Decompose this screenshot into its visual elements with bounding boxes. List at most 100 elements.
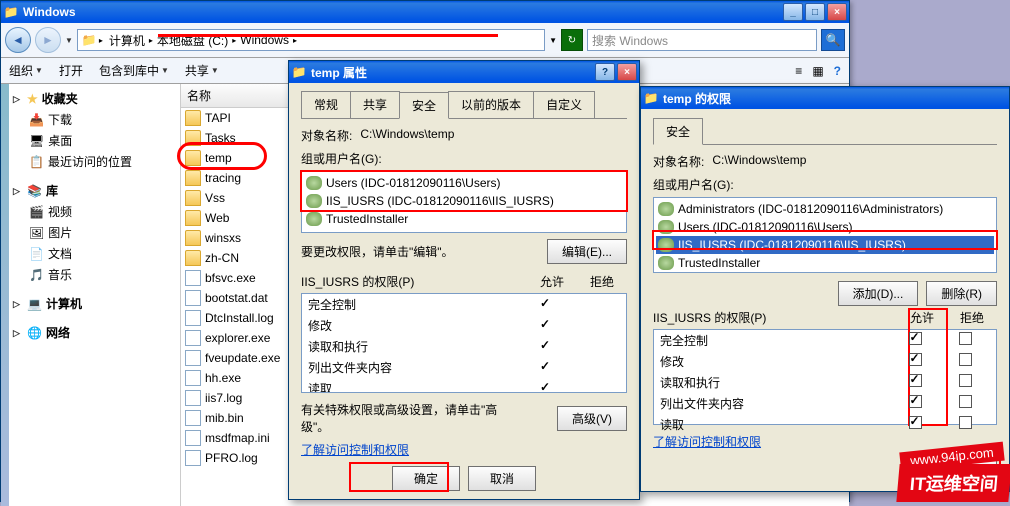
share-menu[interactable]: 共享▼ [185,62,219,79]
object-name-label: 对象名称: [653,153,704,170]
sidebar-item-downloads[interactable]: 📥下载 [11,109,178,130]
groups-list[interactable]: Users (IDC-01812090116\Users)IIS_IUSRS (… [301,171,627,233]
forward-button[interactable]: ► [35,27,61,53]
group-row[interactable]: TrustedInstaller [304,210,624,228]
deny-header: 拒绝 [947,309,997,326]
allow-checkbox[interactable] [909,332,922,345]
file-name: winsxs [205,231,241,245]
libraries-header[interactable]: ▷📚库 [11,180,178,201]
props-titlebar[interactable]: 📁 temp 属性 ? × [289,61,639,83]
sidebar-item-documents[interactable]: 📄文档 [11,243,178,264]
allow-checkbox[interactable] [909,374,922,387]
allow-checkbox[interactable] [909,395,922,408]
deny-checkbox[interactable] [959,332,972,345]
file-name: iis7.log [205,391,242,405]
perm-titlebar[interactable]: 📁 temp 的权限 [641,87,1009,109]
search-placeholder: 搜索 Windows [592,32,668,49]
view-icon[interactable]: ≡ [795,64,802,78]
group-row[interactable]: Users (IDC-01812090116\Users) [656,218,994,236]
tab-1[interactable]: 共享 [350,91,400,118]
folder-icon [185,190,201,206]
perm-header-label: IIS_IUSRS 的权限(P) [653,309,897,326]
tab-4[interactable]: 自定义 [533,91,595,118]
file-name: bfsvc.exe [205,271,256,285]
group-row[interactable]: TrustedInstaller [656,254,994,272]
help-button[interactable]: ? [595,63,615,81]
perm-label: 修改 [660,353,890,370]
edit-button[interactable]: 编辑(E)... [547,239,627,264]
file-name: Tasks [205,131,236,145]
group-row[interactable]: Administrators (IDC-01812090116\Administ… [656,200,994,218]
crumb-drive[interactable]: 本地磁盘 (C:) [153,30,232,51]
address-bar[interactable]: 📁 ▸ 计算机 ▸ 本地磁盘 (C:) ▸ Windows ▸ [77,29,545,51]
advanced-button[interactable]: 高级(V) [557,406,627,431]
group-name: Users (IDC-01812090116\Users) [678,220,853,234]
folder-icon: 📁 [291,64,307,80]
tab-3[interactable]: 以前的版本 [448,91,534,118]
file-name: hh.exe [205,371,241,385]
dropdown-icon[interactable]: ▼ [549,36,557,45]
group-icon [658,256,674,270]
open-menu[interactable]: 打开 [59,62,83,79]
tab-0[interactable]: 常规 [301,91,351,118]
search-input[interactable]: 搜索 Windows [587,29,817,51]
groups-list[interactable]: Administrators (IDC-01812090116\Administ… [653,197,997,273]
back-button[interactable]: ◄ [5,27,31,53]
group-name: TrustedInstaller [326,212,408,226]
remove-button[interactable]: 删除(R) [926,281,997,306]
tab-2[interactable]: 安全 [399,92,449,119]
group-row[interactable]: Users (IDC-01812090116\Users) [304,174,624,192]
watermark-text: IT运维空间 [896,464,1010,502]
file-icon [185,370,201,386]
cancel-button[interactable]: 取消 [468,466,536,491]
check-icon: ✓ [540,296,550,310]
file-icon [185,390,201,406]
group-row[interactable]: IIS_IUSRS (IDC-01812090116\IIS_IUSRS) [656,236,994,254]
allow-checkbox[interactable] [909,353,922,366]
explorer-titlebar[interactable]: 📁 Windows _ □ × [1,1,849,23]
preview-icon[interactable]: ▦ [812,64,823,78]
add-button[interactable]: 添加(D)... [838,281,919,306]
sidebar-item-pictures[interactable]: 🖼图片 [11,222,178,243]
edit-hint: 要更改权限，请单击"编辑"。 [301,243,454,260]
allow-checkbox[interactable] [909,416,922,429]
tab-security[interactable]: 安全 [653,118,703,145]
include-menu[interactable]: 包含到库中▼ [99,62,169,79]
folder-icon [185,230,201,246]
check-icon: ✓ [540,359,550,373]
group-row[interactable]: IIS_IUSRS (IDC-01812090116\IIS_IUSRS) [304,192,624,210]
sidebar-item-desktop[interactable]: 🖥桌面 [11,130,178,151]
minimize-button[interactable]: _ [783,3,803,21]
network-header[interactable]: ▷🌐网络 [11,322,178,343]
sidebar-item-recent[interactable]: 📋最近访问的位置 [11,151,178,172]
computer-header[interactable]: ▷💻计算机 [11,293,178,314]
refresh-button[interactable]: ↻ [561,29,583,51]
file-name: tracing [205,171,241,185]
deny-checkbox[interactable] [959,395,972,408]
learn-link[interactable]: 了解访问控制和权限 [301,441,627,458]
sidebar-item-music[interactable]: 🎵音乐 [11,264,178,285]
group-name: IIS_IUSRS (IDC-01812090116\IIS_IUSRS) [678,238,906,252]
sidebar-item-videos[interactable]: 🎬视频 [11,201,178,222]
nav-tree: ▷★收藏夹 📥下载 🖥桌面 📋最近访问的位置 ▷📚库 🎬视频 🖼图片 📄文档 🎵… [9,84,181,506]
help-icon[interactable]: ? [834,64,841,78]
search-button[interactable]: 🔍 [821,29,845,51]
perm-row: 完全控制✓ [302,294,626,315]
file-name: DtcInstall.log [205,311,274,325]
group-name: Administrators (IDC-01812090116\Administ… [678,202,943,216]
object-name-value: C:\Windows\temp [712,153,806,170]
ok-button[interactable]: 确定 [392,466,460,491]
deny-checkbox[interactable] [959,416,972,429]
file-name: temp [205,151,232,165]
deny-checkbox[interactable] [959,374,972,387]
favorites-header[interactable]: ▷★收藏夹 [11,88,178,109]
close-button[interactable]: × [617,63,637,81]
explorer-title: Windows [23,5,783,19]
crumb-computer[interactable]: 计算机 [105,30,149,51]
deny-checkbox[interactable] [959,353,972,366]
organize-menu[interactable]: 组织▼ [9,62,43,79]
close-button[interactable]: × [827,3,847,21]
maximize-button[interactable]: □ [805,3,825,21]
perm-row: 读取 [654,414,996,435]
dropdown-icon[interactable]: ▼ [65,36,73,45]
